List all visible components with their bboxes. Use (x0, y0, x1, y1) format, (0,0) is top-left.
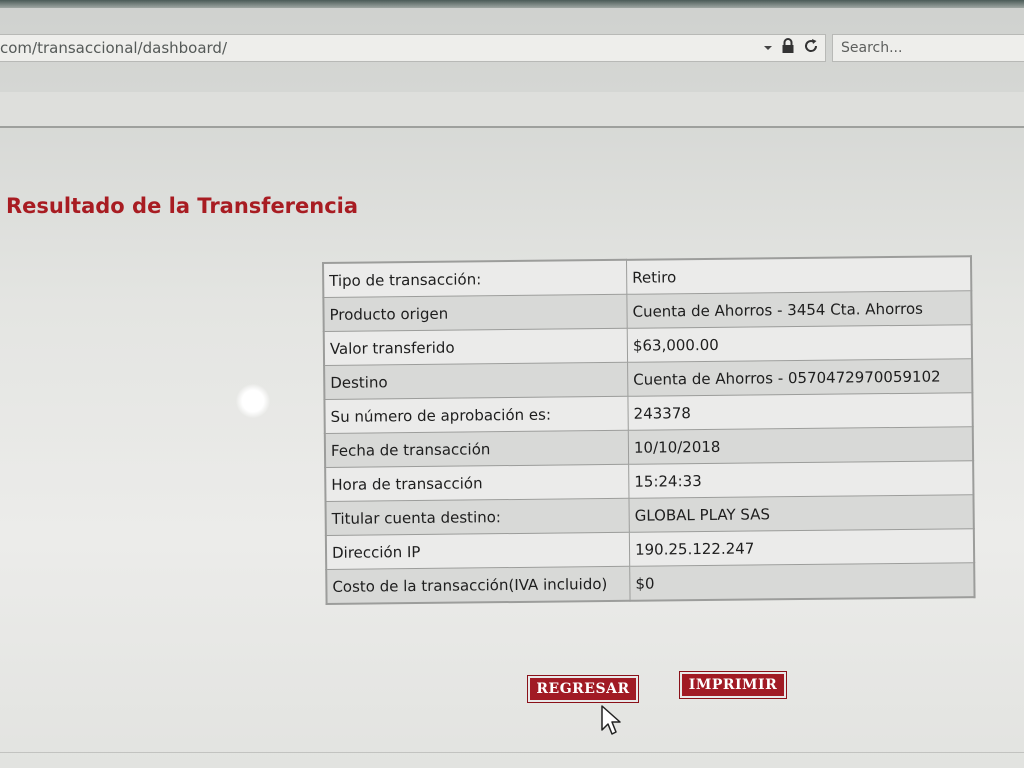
row-label: Destino (324, 362, 628, 400)
row-label: Dirección IP (325, 532, 630, 570)
row-label: Titular cuenta destino: (325, 498, 630, 536)
result-table: Tipo de transacción: Retiro Producto ori… (322, 255, 976, 605)
print-button[interactable]: IMPRIMIR (680, 672, 786, 698)
row-value: Retiro (626, 256, 972, 295)
screen: com/transaccional/dashboard/ Search... R… (0, 0, 1024, 768)
row-value: 190.25.122.247 (629, 528, 975, 567)
page-title: Resultado de la Transferencia (6, 194, 359, 218)
row-label: Valor transferido (323, 328, 628, 366)
address-bar[interactable]: com/transaccional/dashboard/ (0, 34, 826, 62)
table-row: Costo de la transacción(IVA incluido) $0 (326, 562, 975, 604)
row-value: $63,000.00 (627, 324, 973, 363)
row-value: 10/10/2018 (628, 426, 974, 465)
row-value: Cuenta de Ahorros - 3454 Cta. Ahorros (626, 290, 972, 329)
page-bottom-divider (0, 752, 1024, 753)
row-value: GLOBAL PLAY SAS (628, 494, 974, 533)
browser-toolbar (0, 92, 1024, 126)
window-top-edge (0, 0, 1024, 8)
result-table-container: Tipo de transacción: Retiro Producto ori… (322, 255, 976, 605)
row-label: Su número de aprobación es: (324, 396, 629, 434)
search-input[interactable]: Search... (833, 40, 902, 56)
row-label: Tipo de transacción: (323, 259, 627, 298)
screen-glare (236, 384, 270, 418)
reload-icon[interactable] (803, 38, 819, 58)
dropdown-arrow-icon[interactable] (763, 41, 773, 56)
row-label: Fecha de transacción (324, 430, 629, 468)
row-label: Producto origen (323, 294, 628, 332)
row-value: 243378 (627, 392, 973, 431)
address-bar-icons (763, 38, 819, 58)
address-bar-url[interactable]: com/transaccional/dashboard/ (0, 39, 227, 57)
toolbar-divider (0, 126, 1024, 128)
search-bar[interactable]: Search... (832, 34, 1024, 62)
back-button[interactable]: REGRESAR (528, 676, 638, 702)
row-value: Cuenta de Ahorros - 0570472970059102 (627, 358, 973, 397)
row-label: Hora de transacción (325, 464, 629, 502)
lock-icon[interactable] (781, 38, 795, 58)
mouse-cursor-icon (601, 705, 621, 735)
row-value: 15:24:33 (628, 460, 974, 499)
row-value: $0 (629, 562, 975, 601)
row-label: Costo de la transacción(IVA incluido) (326, 566, 631, 604)
